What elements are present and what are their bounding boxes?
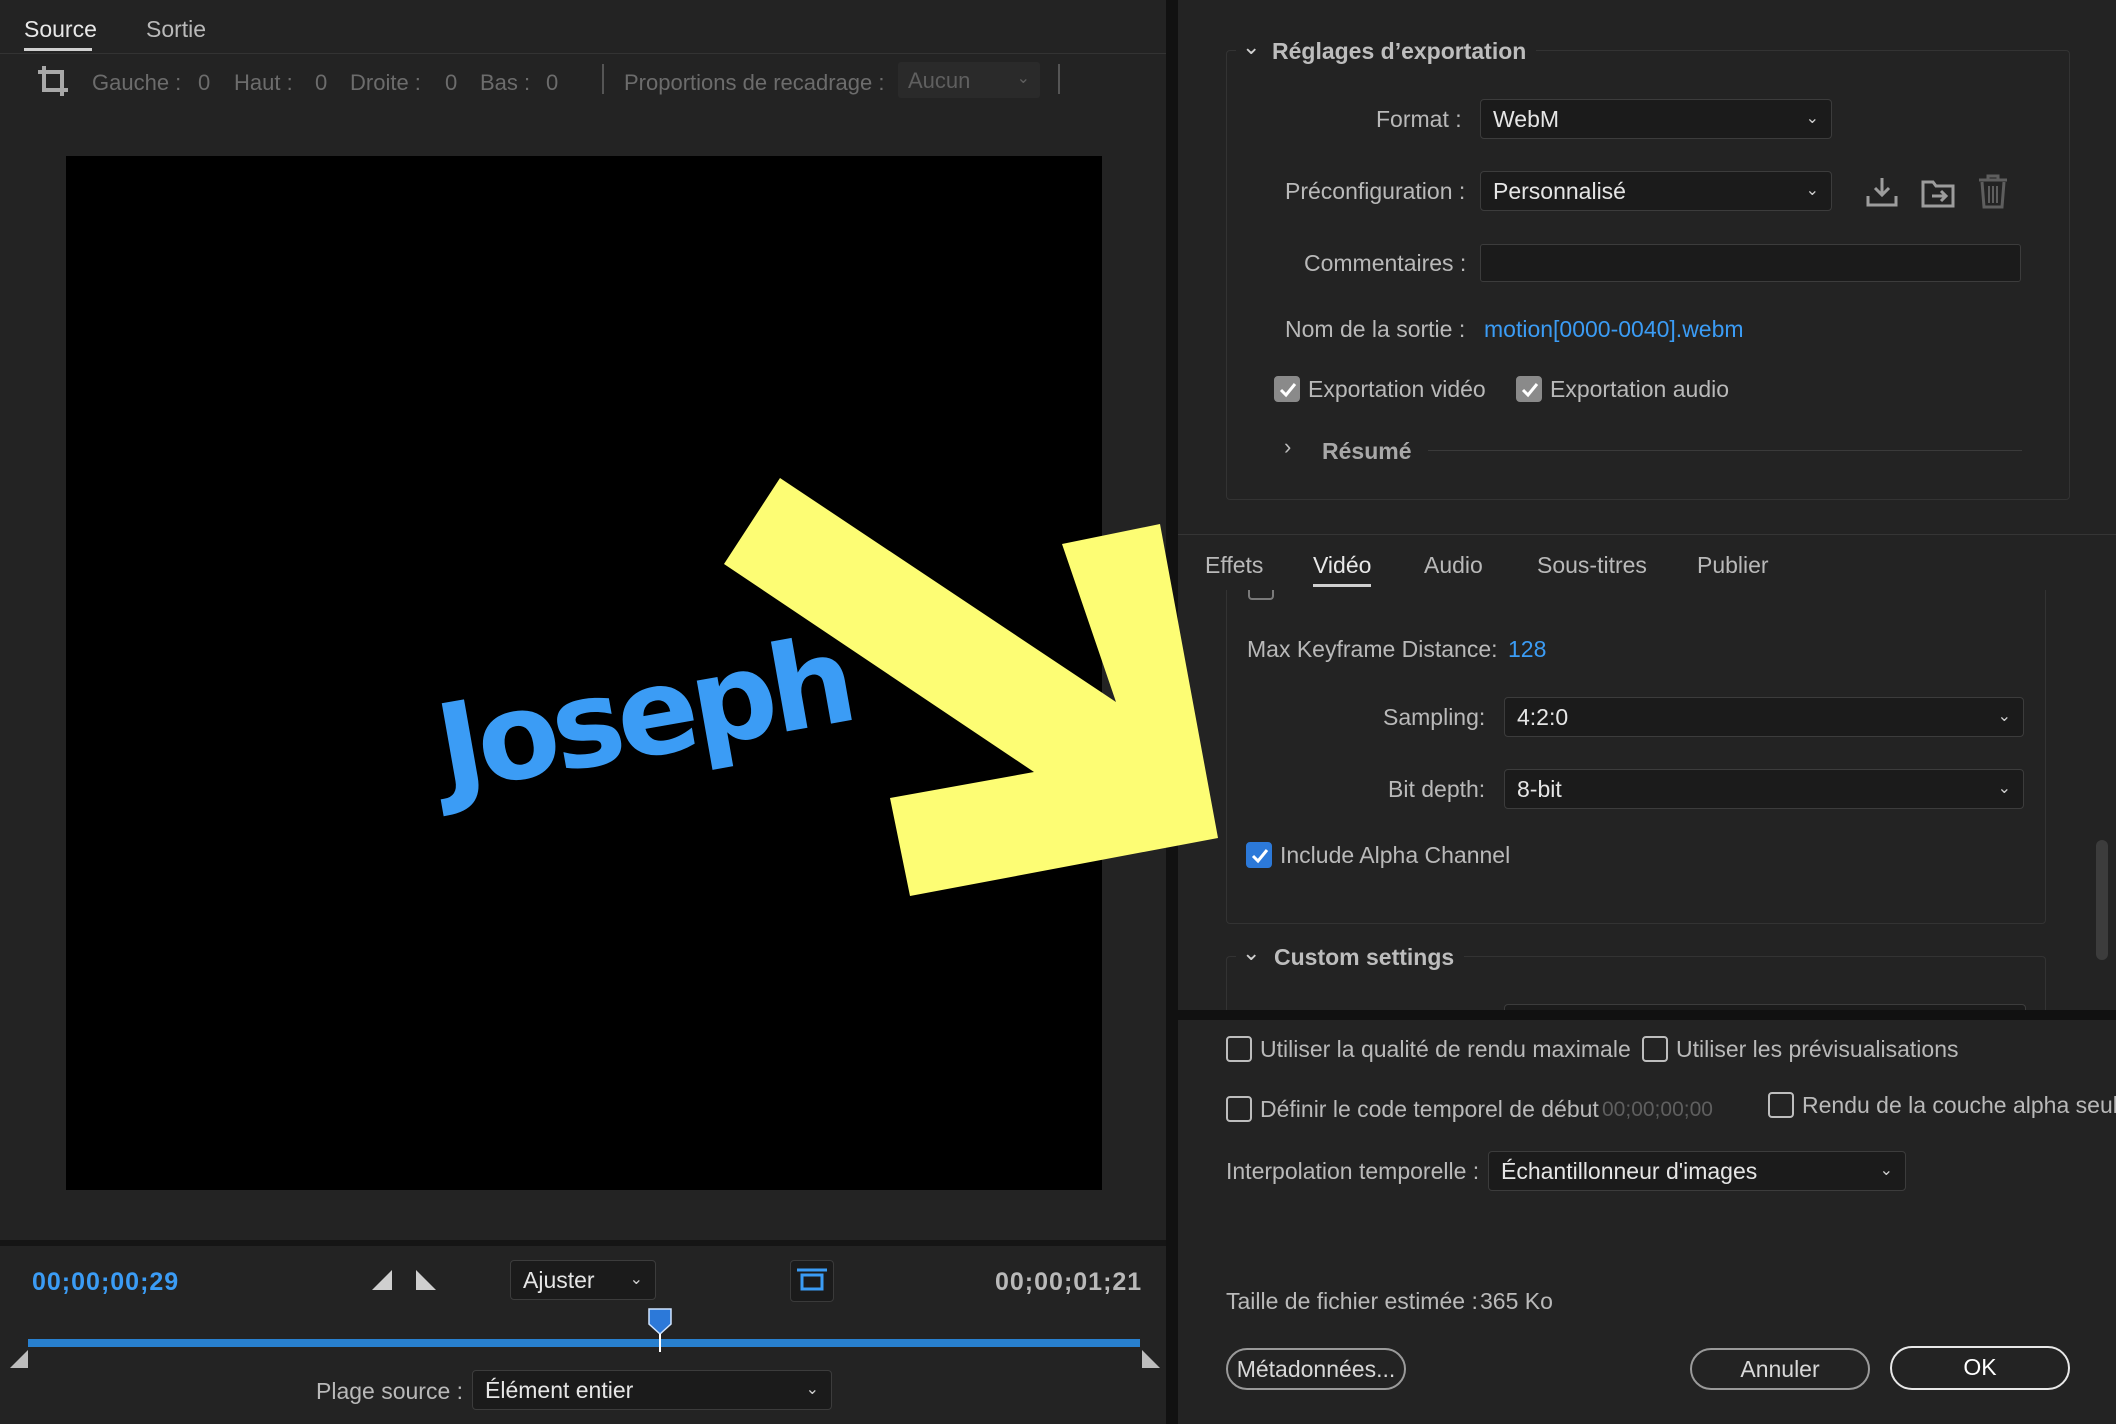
- annotation-arrow: [724, 478, 1218, 896]
- annotation-arrow-shape: [724, 478, 1218, 896]
